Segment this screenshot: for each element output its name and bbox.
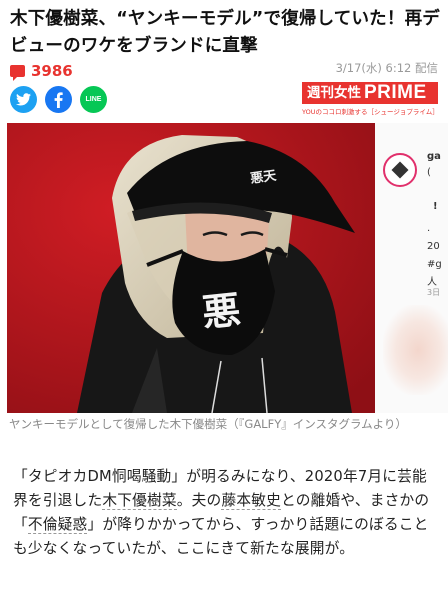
side-text-4: 20 — [427, 241, 440, 252]
model-photo-illustration: 悪天 悪 — [7, 123, 375, 413]
side-text-6: 人 — [427, 277, 437, 288]
facebook-icon — [54, 91, 63, 108]
keyword-link-furin[interactable]: 不倫疑惑 — [27, 516, 88, 534]
publisher-logo[interactable]: 週刊女性 PRIME YOUのココロ刺激する［シュージョプライム］ — [302, 82, 439, 116]
facebook-share-button[interactable] — [45, 86, 72, 113]
instagram-embed-preview[interactable]: ga ( ! . 20 #g 人 3日 — [375, 123, 448, 413]
photo-caption: ヤンキーモデルとして復帰した木下優樹菜（『GALFY』インスタグラムより） — [9, 417, 407, 431]
publisher-tagline: YOUのココロ刺激する［シュージョプライム］ — [302, 108, 439, 116]
person-link-kinoshita[interactable]: 木下優樹菜 — [102, 492, 177, 510]
article-body: 「タピオカDM恫喝騒動」が明るみになり、2020年7月に芸能界を引退した木下優樹… — [13, 465, 438, 561]
comment-count: 3986 — [31, 62, 73, 80]
mask-emblem-text: 悪 — [200, 287, 243, 336]
side-text-2: ! — [433, 201, 438, 212]
publisher-name-en: PRIME — [364, 82, 427, 103]
comment-icon — [10, 65, 25, 81]
twitter-share-button[interactable] — [10, 86, 37, 113]
line-share-button[interactable]: LINE — [80, 86, 107, 113]
twitter-icon — [16, 93, 31, 106]
avatar — [383, 153, 417, 187]
side-text-0: ga — [427, 151, 441, 162]
side-text-1: ( — [427, 167, 431, 178]
person-link-fujimoto[interactable]: 藤本敏史 — [221, 492, 282, 510]
article-headline: 木下優樹菜、“ヤンキーモデル”で復帰していた！再デビューのワケをブランドに直撃 — [10, 9, 440, 56]
article-photo[interactable]: 悪天 悪 — [7, 123, 375, 413]
share-buttons: LINE — [10, 86, 107, 113]
blurred-thumbnail — [383, 305, 448, 395]
side-text-5: #g — [427, 259, 442, 270]
side-text-3: . — [427, 223, 431, 234]
side-text-7: 3日 — [427, 288, 441, 297]
line-icon: LINE — [85, 96, 102, 103]
publisher-name-jp: 週刊女性 — [307, 85, 361, 101]
body-text-2: 。夫の — [176, 492, 222, 509]
comment-count-link[interactable]: 3986 — [10, 62, 73, 81]
publish-date: 3/17(水) 6:12 配信 — [335, 61, 438, 75]
